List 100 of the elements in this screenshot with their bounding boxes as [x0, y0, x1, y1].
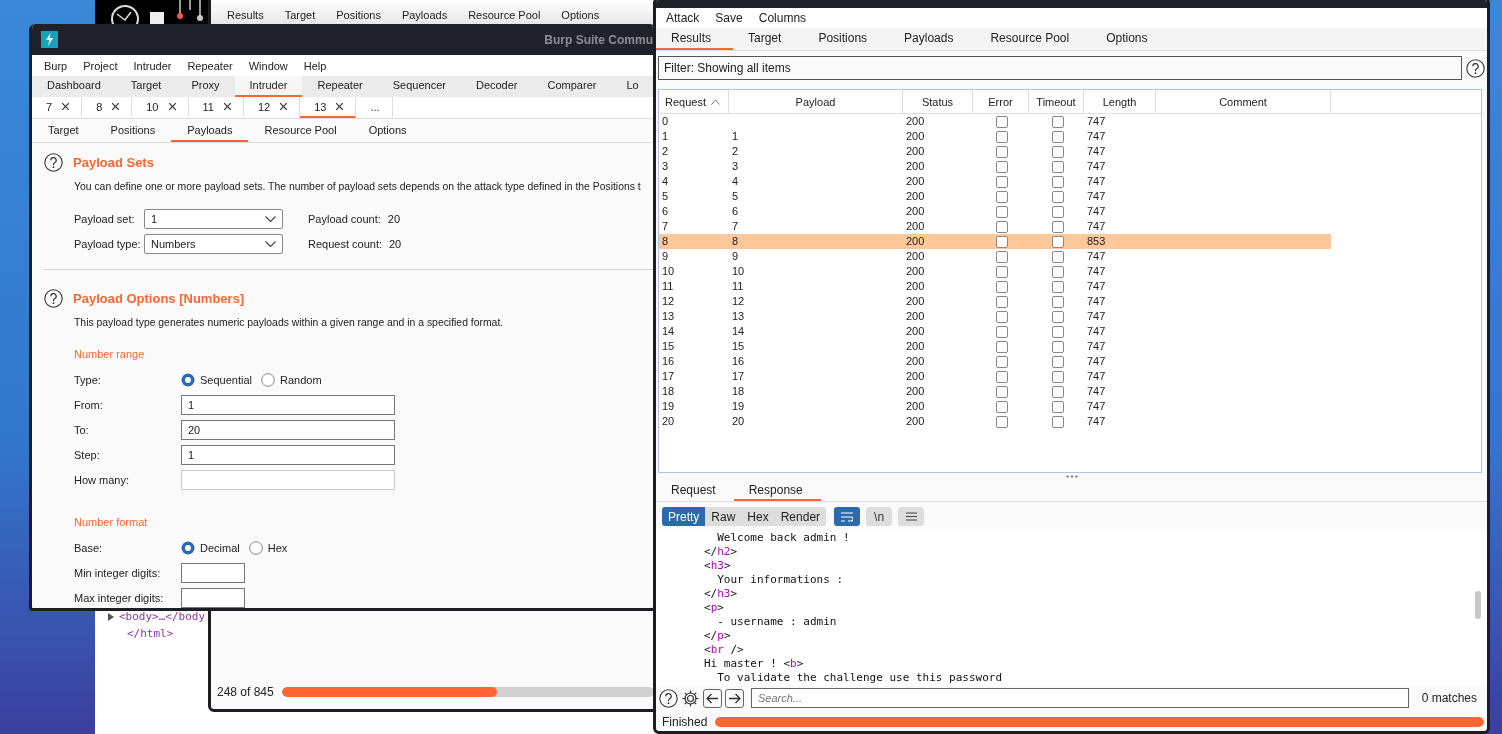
close-icon[interactable] [62, 103, 70, 110]
checkbox[interactable] [996, 190, 1008, 203]
close-icon[interactable] [112, 103, 120, 110]
table-row[interactable]: 12 12 200 747 [659, 294, 1331, 309]
checkbox[interactable] [1052, 145, 1064, 158]
table-row[interactable]: 11 11 200 747 [659, 279, 1331, 294]
tab[interactable]: Payloads [401, 9, 448, 21]
splitter-handle[interactable] [1065, 475, 1078, 478]
tab[interactable]: Sequencer [377, 76, 461, 97]
radio-button[interactable] [181, 373, 195, 387]
checkbox[interactable] [996, 115, 1008, 128]
column-header[interactable]: Request [659, 90, 729, 114]
table-row[interactable]: 5 5 200 747 [659, 189, 1331, 204]
tab[interactable]: Resource Pool [975, 28, 1092, 50]
table-row[interactable]: 0 200 747 [659, 114, 1331, 129]
expand-icon[interactable] [107, 612, 115, 621]
tab[interactable]: Resource Pool [468, 9, 541, 21]
radio-button[interactable] [181, 541, 195, 555]
attack-tab[interactable]: 7 [32, 97, 83, 118]
attack-tab[interactable]: ... [356, 97, 393, 118]
table-row[interactable]: 10 10 200 747 [659, 264, 1331, 279]
close-icon[interactable] [280, 103, 288, 110]
checkbox[interactable] [996, 340, 1008, 353]
menu-item[interactable]: Save [707, 11, 751, 25]
close-icon[interactable] [336, 103, 344, 110]
checkbox[interactable] [996, 385, 1008, 398]
tab[interactable]: Comparer [532, 76, 612, 97]
checkbox[interactable] [996, 400, 1008, 413]
tab[interactable]: Target [284, 9, 316, 21]
table-row[interactable]: 2 2 200 747 [659, 144, 1331, 159]
tab[interactable]: Positions [336, 9, 381, 21]
checkbox[interactable] [996, 145, 1008, 158]
menu-item[interactable]: Burp [36, 59, 76, 72]
menu-item[interactable]: Window [240, 59, 296, 72]
table-row[interactable]: 7 7 200 747 [659, 219, 1331, 234]
menu-item[interactable]: Repeater [179, 59, 241, 72]
table-row[interactable]: 17 17 200 747 [659, 369, 1331, 384]
tab[interactable]: Target [733, 28, 804, 50]
checkbox[interactable] [1052, 295, 1064, 308]
table-row[interactable]: 19 19 200 747 [659, 399, 1331, 414]
tab[interactable]: Proxy [176, 76, 235, 97]
tab[interactable]: Options [352, 119, 423, 142]
checkbox[interactable] [996, 160, 1008, 173]
tab[interactable]: Payloads [171, 119, 249, 142]
checkbox[interactable] [996, 205, 1008, 218]
forward-button[interactable] [725, 688, 744, 708]
dropdown[interactable]: 1 [144, 209, 283, 229]
checkbox[interactable] [1052, 175, 1064, 188]
attack-tab[interactable]: 8 [82, 97, 133, 118]
scrollbar-thumb[interactable] [1475, 591, 1481, 619]
help-icon[interactable] [659, 688, 678, 708]
radio-label[interactable]: Sequential [200, 374, 252, 386]
dropdown[interactable]: Numbers [144, 234, 283, 254]
tab[interactable]: Resource Pool [248, 119, 353, 142]
input-field[interactable] [181, 588, 245, 608]
checkbox[interactable] [1052, 325, 1064, 338]
tab[interactable]: Target [32, 119, 95, 142]
help-icon[interactable] [44, 288, 63, 308]
attack-tab[interactable]: 11 [188, 97, 244, 118]
tab[interactable]: Target [115, 76, 177, 97]
checkbox[interactable] [1052, 310, 1064, 323]
column-header[interactable]: Comment [1156, 90, 1331, 114]
help-icon[interactable] [44, 152, 63, 172]
table-row[interactable]: 8 8 200 853 [659, 234, 1331, 249]
column-header[interactable]: Status [903, 90, 973, 114]
tab[interactable]: Options [1091, 28, 1170, 50]
toolbar-button[interactable] [834, 507, 861, 526]
checkbox[interactable] [1052, 250, 1064, 263]
tab[interactable]: Dashboard [32, 76, 116, 97]
table-row[interactable]: 15 15 200 747 [659, 339, 1331, 354]
checkbox[interactable] [996, 280, 1008, 293]
radio-label[interactable]: Hex [267, 542, 288, 554]
toolbar-button[interactable]: \n [866, 507, 893, 526]
checkbox[interactable] [996, 415, 1008, 428]
help-icon[interactable] [1466, 58, 1485, 78]
column-header[interactable]: Length [1084, 90, 1156, 114]
checkbox[interactable] [996, 370, 1008, 383]
table-row[interactable]: 6 6 200 747 [659, 204, 1331, 219]
checkbox[interactable] [996, 220, 1008, 233]
menu-item[interactable]: Intruder [125, 59, 180, 72]
checkbox[interactable] [996, 175, 1008, 188]
checkbox[interactable] [1052, 265, 1064, 278]
checkbox[interactable] [996, 310, 1008, 323]
tab[interactable]: Results [656, 28, 733, 50]
checkbox[interactable] [996, 250, 1008, 263]
checkbox[interactable] [996, 295, 1008, 308]
table-row[interactable]: 13 13 200 747 [659, 309, 1331, 324]
checkbox[interactable] [1052, 220, 1064, 233]
column-header[interactable]: Error [973, 90, 1029, 114]
menu-item[interactable]: Attack [658, 11, 708, 25]
table-row[interactable]: 1 1 200 747 [659, 129, 1331, 144]
checkbox[interactable] [1052, 400, 1064, 413]
tab[interactable]: Repeater [302, 76, 378, 97]
table-row[interactable]: 4 4 200 747 [659, 174, 1331, 189]
checkbox[interactable] [996, 355, 1008, 368]
view-button[interactable]: Pretty [662, 507, 706, 526]
checkbox[interactable] [1052, 415, 1064, 428]
filter-bar[interactable]: Filter: Showing all items [658, 56, 1462, 80]
close-icon[interactable] [223, 103, 231, 110]
checkbox[interactable] [1052, 355, 1064, 368]
